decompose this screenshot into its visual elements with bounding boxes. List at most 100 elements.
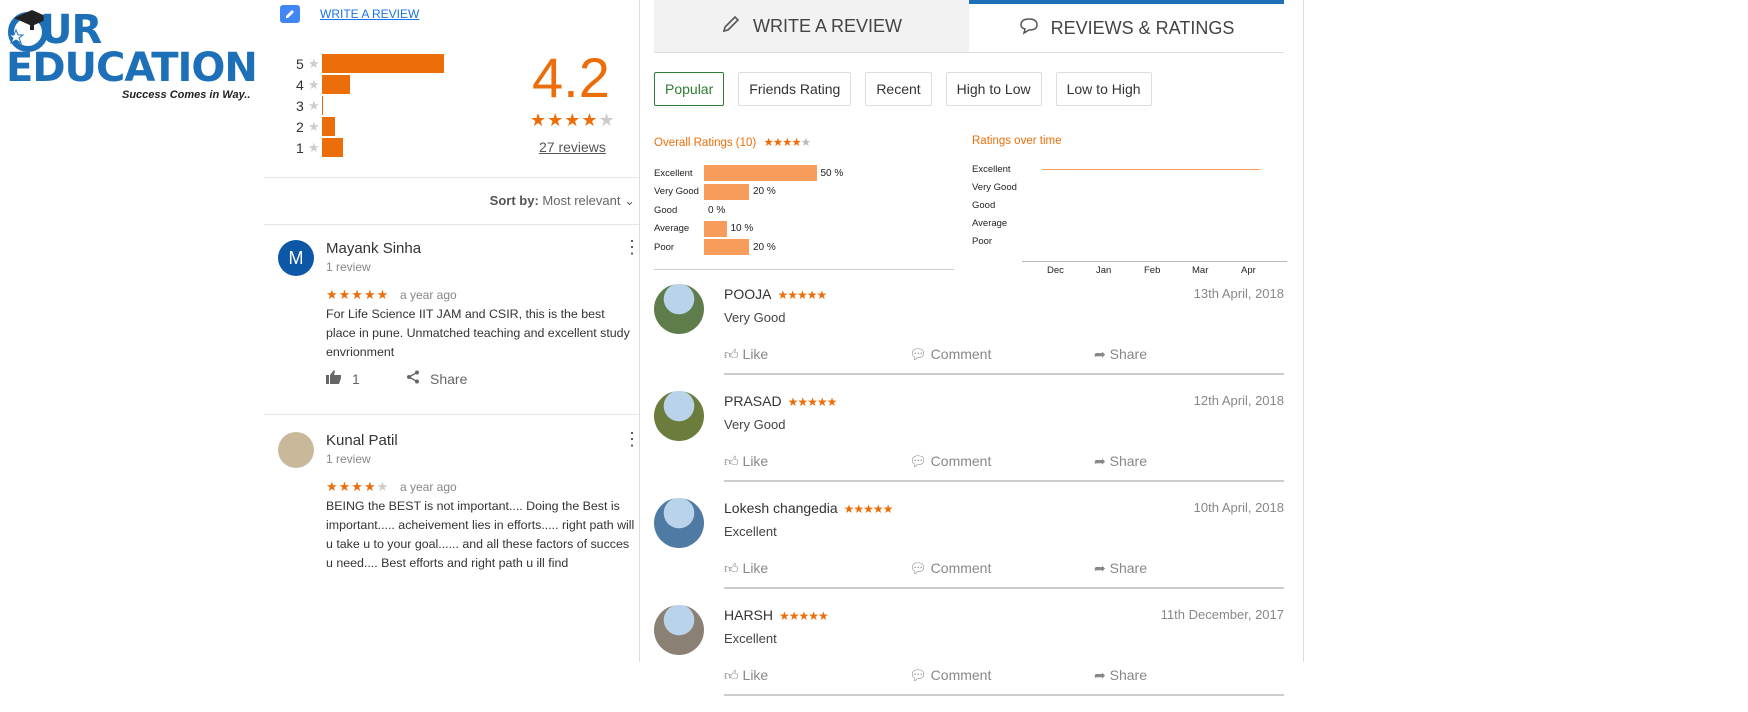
reviewer-name-text: POOJA — [724, 286, 772, 302]
share-button[interactable]: ➦ Share — [1094, 453, 1147, 470]
avatar[interactable] — [654, 498, 704, 548]
thumbs-up-icon[interactable] — [326, 370, 342, 387]
logo-tagline: Success Comes in Way.. — [122, 89, 251, 101]
star-icon: ★ — [308, 118, 320, 134]
reviews-ratings-panel: WRITE A REVIEW REVIEWS & RATINGS Popular… — [640, 0, 1304, 696]
review-time: a year ago — [400, 480, 457, 494]
bar-label: Poor — [654, 241, 675, 253]
histogram-bar — [322, 138, 343, 157]
like-button[interactable]: 👍︎ Like — [724, 453, 768, 470]
comment-button[interactable]: 💬︎ Comment — [909, 346, 991, 363]
like-button[interactable]: 👍︎ Like — [724, 346, 768, 363]
comment-button[interactable]: 💬︎ Comment — [909, 453, 991, 470]
sort-dropdown[interactable]: Sort by: Most relevant ⌄ — [490, 193, 635, 209]
reviewer-name[interactable]: PRASAD ★★★★★ — [724, 393, 837, 409]
like-count: 1 — [352, 370, 360, 387]
avatar[interactable] — [654, 284, 704, 334]
bar-percent: 20 % — [753, 241, 776, 253]
avatar[interactable]: M — [278, 240, 314, 276]
tab-label: REVIEWS & RATINGS — [1050, 17, 1235, 38]
histogram-row: 4 ★ — [296, 74, 444, 95]
histogram-label: 5 — [296, 55, 304, 72]
review-count-link[interactable]: 27 reviews — [539, 139, 606, 155]
tab-label: WRITE A REVIEW — [752, 15, 903, 36]
overall-bar — [704, 239, 749, 255]
reviewer-name[interactable]: Kunal Patil — [326, 432, 398, 449]
share-button[interactable]: ➦ Share — [1094, 560, 1147, 577]
star-icon: ★ — [308, 97, 320, 113]
share-icon[interactable] — [406, 370, 420, 387]
share-label: Share — [1109, 667, 1147, 683]
y-label: Very Good — [972, 182, 1017, 193]
filter-low-to-high[interactable]: Low to High — [1055, 72, 1152, 106]
divider — [264, 177, 639, 178]
thumbs-up-icon: 👍︎ — [724, 560, 739, 576]
divider — [724, 587, 1284, 589]
x-label: Apr — [1241, 265, 1256, 276]
thumbs-up-icon: 👍︎ — [724, 453, 739, 469]
sort-value: Most relevant — [542, 193, 621, 208]
tab-bar: WRITE A REVIEW REVIEWS & RATINGS — [654, 0, 1284, 53]
share-arrow-icon: ➦ — [1094, 346, 1106, 362]
reviewer-review-count: 1 review — [326, 452, 371, 466]
bar-label: Excellent — [654, 167, 693, 179]
bar-percent: 10 % — [730, 223, 754, 234]
average-rating: 4.2 — [532, 46, 610, 109]
overall-bar — [704, 183, 749, 200]
divider — [264, 414, 639, 415]
reviewer-name-text: PRASAD — [724, 393, 782, 409]
divider — [724, 373, 1284, 375]
comment-icon: 💬︎ — [909, 667, 927, 683]
comment-button[interactable]: 💬︎ Comment — [909, 667, 991, 684]
site-logo[interactable]: UR EDUCATION Success Comes in Way.. — [0, 0, 260, 110]
bar-label: Average — [654, 223, 690, 234]
x-label: Dec — [1047, 265, 1064, 276]
write-review-icon[interactable] — [280, 5, 300, 23]
avatar[interactable] — [654, 605, 704, 655]
reviewer-stars: ★★★★★ — [779, 609, 829, 623]
review-rating-text: Excellent — [724, 524, 777, 539]
google-reviews-panel: WRITE A REVIEW 5 ★ 4 ★ 3 ★ 2 ★ 1 ★ 4.2 ★★★★★ 27 r… — [264, 0, 641, 662]
filter-recent[interactable]: Recent — [865, 72, 932, 106]
histogram-label: 3 — [296, 97, 304, 114]
filter-popular[interactable]: Popular — [654, 72, 725, 106]
review-text: BEING the BEST is not important.... Doin… — [326, 499, 635, 570]
y-label: Average — [972, 218, 1008, 229]
overall-ratings-chart: Excellent 50 % Very Good 20 % Good 0 % Average… — [654, 164, 954, 270]
share-button[interactable]: ➦ Share — [1094, 667, 1147, 684]
comment-icon: 💬︎ — [909, 453, 927, 469]
filter-friends-rating[interactable]: Friends Rating — [738, 72, 852, 106]
speech-bubble-icon — [1019, 17, 1039, 40]
reviewer-name[interactable]: POOJA ★★★★★ — [724, 286, 827, 302]
reviewer-name[interactable]: HARSH ★★★★★ — [724, 607, 829, 623]
reviewer-name[interactable]: Lokesh changedia ★★★★★ — [724, 500, 894, 516]
like-button[interactable]: 👍︎ Like — [724, 560, 768, 577]
x-label: Mar — [1192, 265, 1209, 276]
overall-bar — [704, 165, 817, 181]
comment-label: Comment — [930, 453, 992, 469]
tab-write-review[interactable]: WRITE A REVIEW — [654, 0, 969, 52]
review-item: Kunal Patil 1 review ⋮ ★★★★★ a year ago … — [278, 430, 641, 582]
comment-button[interactable]: 💬︎ Comment — [909, 560, 991, 577]
filter-high-to-low[interactable]: High to Low — [945, 72, 1042, 106]
overall-bar-row: Poor 20 % — [654, 238, 776, 256]
overall-ratings-title: Overall Ratings (10) ★★★★★ — [654, 135, 811, 149]
write-review-link[interactable]: WRITE A REVIEW — [320, 7, 419, 21]
reviewer-stars: ★★★★★ — [843, 502, 894, 516]
logo-text-line2: EDUCATION — [6, 45, 258, 91]
avatar[interactable] — [278, 432, 314, 468]
comment-label: Comment — [930, 560, 992, 576]
share-button[interactable]: ➦ Share — [1094, 346, 1147, 363]
bar-percent: 50 % — [820, 167, 844, 179]
histogram-bar — [322, 54, 444, 73]
more-options-icon[interactable]: ⋮ — [623, 238, 641, 256]
tab-reviews-ratings[interactable]: REVIEWS & RATINGS — [969, 0, 1284, 52]
reviewer-name[interactable]: Mayank Sinha — [326, 240, 421, 257]
like-button[interactable]: 👍︎ Like — [724, 667, 768, 684]
more-options-icon[interactable]: ⋮ — [623, 430, 641, 448]
share-button[interactable]: Share — [430, 371, 467, 387]
histogram-row: 5 ★ — [296, 53, 444, 74]
comment-label: Comment — [930, 346, 992, 362]
avatar[interactable] — [654, 391, 704, 441]
rating-review-item: HARSH ★★★★★ 11th December, 2017 Excellent… — [654, 605, 1284, 712]
